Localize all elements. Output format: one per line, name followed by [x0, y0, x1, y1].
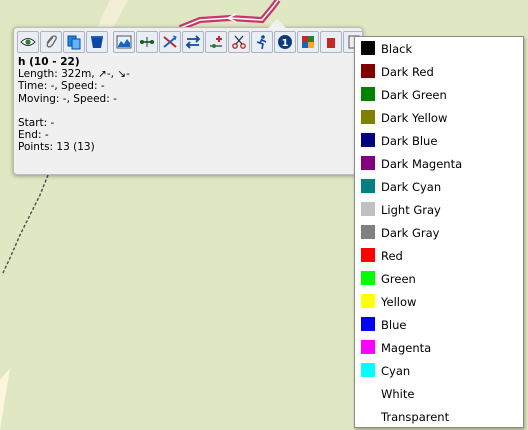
- color-button[interactable]: [297, 31, 319, 53]
- color-menu-item-dark-green[interactable]: Dark Green: [355, 83, 523, 106]
- color-menu-item-green[interactable]: Green: [355, 267, 523, 290]
- paperclip-icon: [46, 35, 57, 48]
- color-menu-label: Cyan: [381, 364, 411, 378]
- color-swatch: [361, 294, 375, 308]
- color-swatch: [361, 225, 375, 239]
- number-badge-text: 1: [282, 38, 289, 49]
- color-menu-label: Dark Blue: [381, 134, 438, 148]
- color-menu-label: Magenta: [381, 341, 432, 355]
- track-time: Time: -, Speed: -: [18, 80, 105, 93]
- cut-track-button[interactable]: [228, 31, 250, 53]
- cut-icon: [232, 35, 246, 49]
- color-menu-item-black[interactable]: Black: [355, 37, 523, 60]
- number-badge-icon: 1: [278, 35, 292, 49]
- color-menu-item-magenta[interactable]: Magenta: [355, 336, 523, 359]
- toggle-visibility-button[interactable]: [17, 31, 39, 53]
- color-menu-item-dark-cyan[interactable]: Dark Cyan: [355, 175, 523, 198]
- fill-button[interactable]: [86, 31, 108, 53]
- color-menu-item-dark-yellow[interactable]: Dark Yellow: [355, 106, 523, 129]
- color-swatch: [361, 248, 375, 262]
- track-length: Length: 322m, ↗-, ↘-: [18, 68, 130, 81]
- color-menu-item-light-gray[interactable]: Light Gray: [355, 198, 523, 221]
- track-toolbar: 1: [17, 31, 362, 55]
- bucket-icon: [91, 36, 103, 48]
- color-swatch: [361, 202, 375, 216]
- insert-point-button[interactable]: [205, 31, 227, 53]
- color-menu-item-cyan[interactable]: Cyan: [355, 359, 523, 382]
- swap-arrows-icon: [185, 35, 201, 49]
- color-menu-label: Transparent: [381, 410, 450, 424]
- color-swatch: [361, 64, 375, 78]
- color-menu-label: Red: [381, 249, 403, 263]
- color-menu-item-transparent[interactable]: Transparent: [355, 405, 523, 428]
- color-menu-label: Black: [381, 42, 413, 56]
- range-icon: [140, 37, 154, 47]
- add-point-icon: [210, 36, 222, 48]
- activity-icon: [256, 35, 267, 50]
- color-menu-item-blue[interactable]: Blue: [355, 313, 523, 336]
- swap-button[interactable]: [182, 31, 204, 53]
- color-swatch: [361, 386, 375, 400]
- color-swatch: [361, 317, 375, 331]
- track-info: h (10 - 22) Length: 322m, ↗-, ↘- Time: -…: [18, 56, 130, 154]
- color-menu-item-dark-blue[interactable]: Dark Blue: [355, 129, 523, 152]
- color-menu-item-dark-magenta[interactable]: Dark Magenta: [355, 152, 523, 175]
- trash-icon: [327, 38, 335, 48]
- track-points: Points: 13 (13): [18, 141, 95, 154]
- color-menu-label: Dark Cyan: [381, 180, 442, 194]
- color-menu-label: Blue: [381, 318, 407, 332]
- color-menu-item-dark-red[interactable]: Dark Red: [355, 60, 523, 83]
- color-palette-icon: [302, 36, 314, 48]
- track-info-popup: 1 h (10 - 22) Length: 322m, ↗-, ↘- Time:…: [13, 19, 363, 175]
- color-menu-label: Light Gray: [381, 203, 441, 217]
- color-swatch: [361, 156, 375, 170]
- color-menu-item-dark-gray[interactable]: Dark Gray: [355, 221, 523, 244]
- copy-button[interactable]: [63, 31, 85, 53]
- elevation-profile-icon: [116, 35, 132, 49]
- color-menu-label: Green: [381, 272, 416, 286]
- color-menu-item-white[interactable]: White: [355, 382, 523, 405]
- eye-icon: [20, 38, 36, 46]
- color-swatch: [361, 340, 375, 354]
- track-end: End: -: [18, 129, 49, 142]
- color-swatch: [361, 87, 375, 101]
- reverse-direction-icon: [163, 35, 177, 48]
- color-menu-label: Dark Gray: [381, 226, 440, 240]
- color-swatch: [361, 110, 375, 124]
- range-button[interactable]: [136, 31, 158, 53]
- color-menu-label: Yellow: [381, 295, 417, 309]
- color-swatch: [361, 179, 375, 193]
- track-title: h (10 - 22): [18, 56, 80, 68]
- color-menu: Black Dark Red Dark Green Dark Yellow Da…: [354, 36, 524, 428]
- activity-button[interactable]: [251, 31, 273, 53]
- number-button[interactable]: 1: [274, 31, 296, 53]
- color-menu-label: Dark Magenta: [381, 157, 463, 171]
- reverse-track-button[interactable]: [159, 31, 181, 53]
- color-swatch: [361, 409, 375, 423]
- delete-button[interactable]: [320, 31, 342, 53]
- color-menu-label: Dark Green: [381, 88, 447, 102]
- color-swatch: [361, 41, 375, 55]
- track-start: Start: -: [18, 117, 55, 129]
- elevation-profile-button[interactable]: [113, 31, 135, 53]
- copy-icon: [67, 35, 81, 50]
- track-moving: Moving: -, Speed: -: [18, 92, 117, 105]
- color-swatch: [361, 363, 375, 377]
- popup-pointer: [268, 19, 286, 28]
- color-menu-label: Dark Yellow: [381, 111, 448, 125]
- color-menu-item-red[interactable]: Red: [355, 244, 523, 267]
- color-menu-label: White: [381, 387, 415, 401]
- attach-button[interactable]: [40, 31, 62, 53]
- color-menu-label: Dark Red: [381, 65, 434, 79]
- color-swatch: [361, 271, 375, 285]
- color-menu-item-yellow[interactable]: Yellow: [355, 290, 523, 313]
- color-swatch: [361, 133, 375, 147]
